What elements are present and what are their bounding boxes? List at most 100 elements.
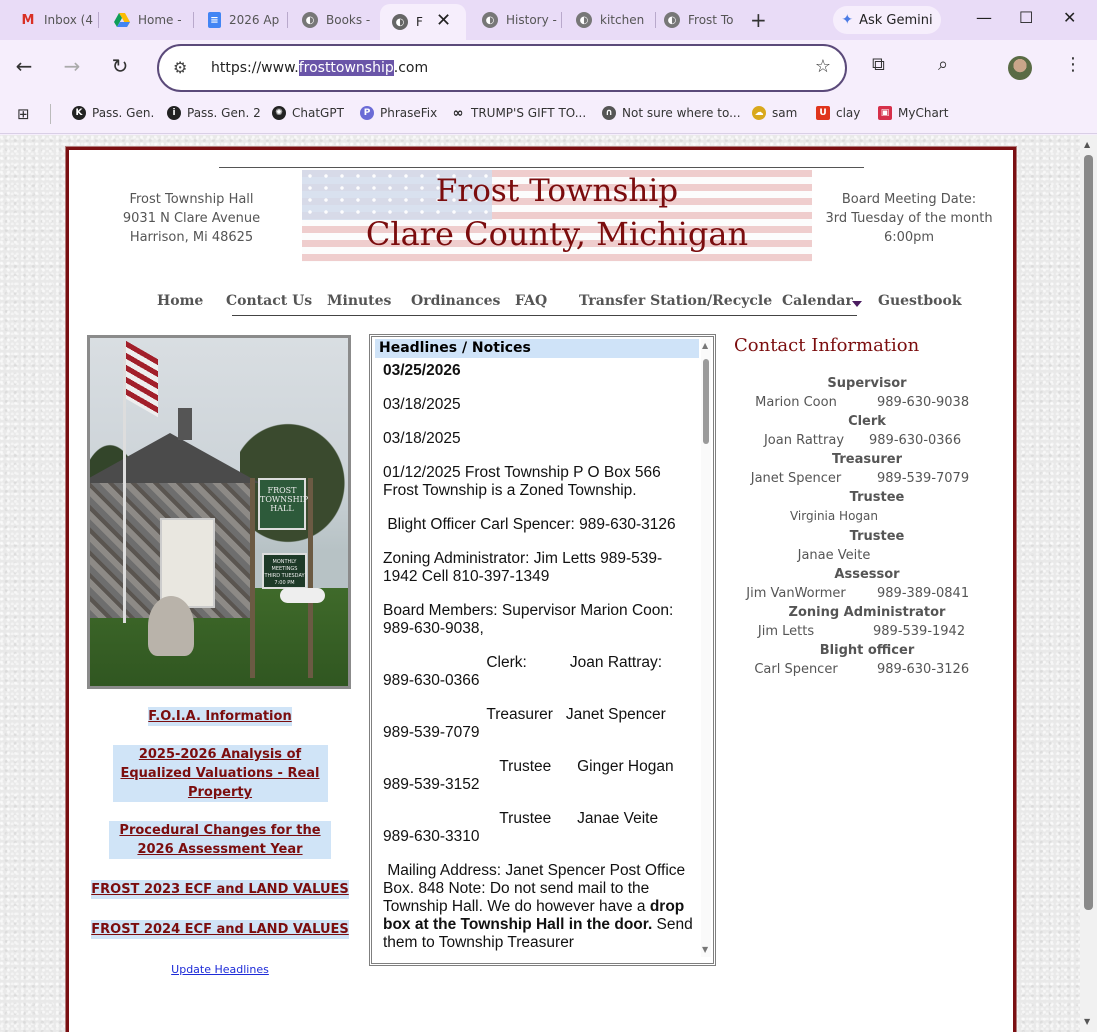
maximize-button[interactable]: ☐ [1019,8,1033,27]
township-hall-photo: FROST TOWNSHIP HALL MONTHLY MEETINGS THI… [87,335,351,689]
top-divider [219,167,864,168]
scroll-up-icon[interactable]: ▲ [702,341,708,350]
gmail-icon: M [21,12,35,28]
headlines-panel[interactable]: Headlines / Notices 03/25/2026 03/18/202… [369,334,716,966]
gemini-sparkle-icon: ✦ [841,12,854,28]
globe-icon: ◐ [664,12,680,28]
menu-kebab-icon[interactable]: ⋮ [1064,54,1082,75]
tab-frost[interactable]: ◐ Frost To [652,6,742,34]
main-nav: Home Contact Us Minutes Ordinances FAQ T… [69,293,1013,317]
phrasefix-icon: P [360,106,374,120]
bookmark-phrasefix[interactable]: P PhraseFix [360,106,437,120]
tab-separator [287,12,288,28]
bookmark-trump-gift[interactable]: ∞ TRUMP'S GIFT TO... [451,106,587,121]
tab-separator [98,12,99,28]
page-scroll-thumb[interactable] [1084,155,1093,910]
tab-drive[interactable]: Home - [102,6,190,34]
nav-calendar[interactable]: Calendar [782,293,853,309]
tab-history[interactable]: ◐ History - [470,6,558,34]
meeting-sign: MONTHLY MEETINGS THIRD TUESDAY 7:00 PM [262,553,307,589]
contact-row: Marion Coon 989-630-9038 [755,395,970,410]
headlines-content: 03/25/2026 03/18/2025 03/18/2025 01/12/2… [383,362,698,951]
globe-icon: ◐ [392,14,408,30]
headlines-scroll-thumb[interactable] [703,359,709,444]
document-links: F.O.I.A. Information 2025-2026 Analysis … [84,705,356,977]
scroll-down-icon[interactable]: ▼ [702,945,708,954]
chatgpt-icon: ✺ [272,106,286,120]
apps-grid-icon[interactable]: ⊞ [17,105,30,123]
tab-books[interactable]: ◐ Books - [290,6,378,34]
link-ecf-2024[interactable]: FROST 2024 ECF and LAND VALUES [91,920,349,939]
dropdown-caret-icon[interactable] [852,301,862,307]
new-tab-button[interactable]: + [750,8,767,32]
contact-information: Contact Information Supervisor Marion Co… [729,335,1009,679]
tab-search-icon[interactable]: ⌕ [938,54,948,75]
address-bar[interactable]: ⚙ https://www.frosttownship.com ☆ [157,44,847,92]
nav-faq[interactable]: FAQ [515,293,547,309]
contact-row: Janet Spencer 989-539-7079 [750,471,970,486]
bookmark-chatgpt[interactable]: ✺ ChatGPT [272,106,344,120]
site-info-icon[interactable]: ⚙ [173,58,187,77]
close-window-button[interactable]: ✕ [1063,8,1076,27]
bookmark-icon: ∩ [602,106,616,120]
bookmark-pass-gen[interactable]: K Pass. Gen. [72,106,154,120]
tab-gmail[interactable]: M Inbox (4 [8,6,96,34]
tab-separator [193,12,194,28]
bookmark-mychart[interactable]: ▣ MyChart [878,106,948,120]
headlines-title: Headlines / Notices [375,339,699,358]
bookmark-star-icon[interactable]: ☆ [815,56,831,77]
google-docs-icon: ≡ [208,12,221,28]
headlines-scrollbar[interactable]: ▲ ▼ [701,339,711,957]
contact-row: Jim VanWormer 989-389-0841 [746,586,970,601]
profile-avatar[interactable] [1008,56,1032,80]
google-drive-icon [114,12,130,28]
reload-button[interactable]: ↻ [106,54,134,78]
forward-button[interactable]: → [58,54,86,78]
link-foia[interactable]: F.O.I.A. Information [148,707,292,726]
site-title: Frost Township [435,173,679,209]
link-update-headlines[interactable]: Update Headlines [171,963,269,976]
contact-row: Joan Rattray 989-630-0366 [763,433,962,448]
tab-strip: M Inbox (4 Home - ≡ 2026 Ap ◐ Books - ◐ … [0,0,1097,40]
globe-icon: ◐ [302,12,318,28]
scroll-down-icon[interactable]: ▼ [1084,1017,1090,1026]
bookmark-icon: i [167,106,181,120]
extensions-icon[interactable]: ⧉ [872,54,885,75]
contact-row: Carl Spencer 989-630-3126 [754,662,970,677]
link-ecf-2023[interactable]: FROST 2023 ECF and LAND VALUES [91,880,349,899]
page-scrollbar[interactable]: ▲ ▼ [1080,135,1097,1032]
bookmark-icon: K [72,106,86,120]
nav-guestbook[interactable]: Guestbook [878,293,962,309]
url-text[interactable]: https://www.frosttownship.com [211,60,428,76]
minimize-button[interactable]: — [976,8,992,27]
bookmark-icon: ☁ [752,106,766,120]
tab-kitchen[interactable]: ◐ kitchen [564,6,652,34]
close-tab-icon[interactable]: ✕ [436,10,451,31]
bookmark-clay[interactable]: Uclay [816,106,860,120]
township-hall-sign: FROST TOWNSHIP HALL [258,478,308,530]
board-meeting-info: Board Meeting Date: 3rd Tuesday of the m… [825,192,993,245]
back-button[interactable]: ← [10,54,38,78]
bookmark-sam[interactable]: ☁ sam [752,106,797,120]
link-procedural-changes[interactable]: Procedural Changes for the 2026 Assessme… [109,821,331,859]
nav-transfer-station[interactable]: Transfer Station/Recycle [579,293,772,309]
browser-toolbar: ← → ↻ ⚙ https://www.frosttownship.com ☆ … [0,40,1097,96]
nav-contact-us[interactable]: Contact Us [226,293,312,309]
tab-active[interactable]: ◐ F [380,4,466,40]
page-viewport: Frost Township Hall 9031 N Clare Avenue … [0,135,1080,1032]
bookmark-pass-gen-2[interactable]: i Pass. Gen. 2 [167,106,261,120]
bookmark-icon: U [816,106,830,120]
nav-underline [232,315,857,316]
ask-gemini-button[interactable]: ✦ Ask Gemini [833,6,941,34]
scroll-up-icon[interactable]: ▲ [1084,140,1090,149]
nav-ordinances[interactable]: Ordinances [411,293,500,309]
nav-minutes[interactable]: Minutes [327,293,391,309]
nav-home[interactable]: Home [157,293,203,309]
link-equalized-valuations[interactable]: 2025-2026 Analysis of Equalized Valuatio… [112,745,328,802]
mychart-icon: ▣ [878,106,892,120]
tab-docs[interactable]: ≡ 2026 Ap [196,6,284,34]
contact-row: Jim Letts 989-539-1942 [757,624,966,639]
bookmarks-separator [50,104,51,124]
township-address: Frost Township Hall 9031 N Clare Avenue … [122,192,261,245]
bookmark-not-sure[interactable]: ∩ Not sure where to... [602,106,741,120]
